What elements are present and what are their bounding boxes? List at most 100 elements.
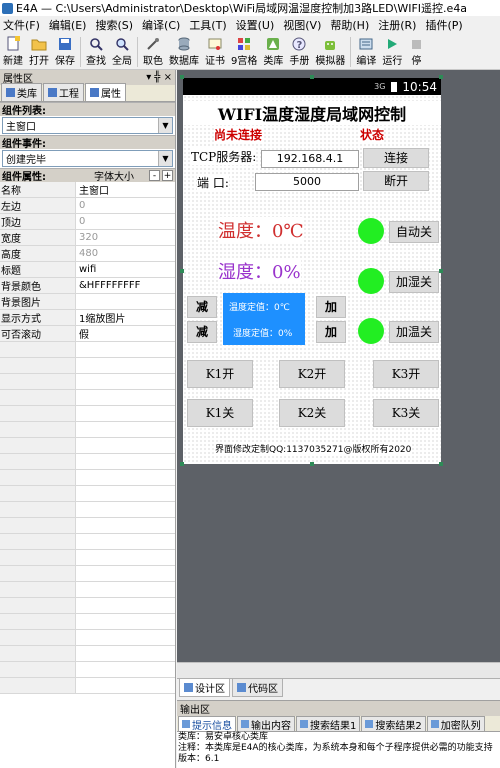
- font-size-decrease-button[interactable]: -: [149, 170, 160, 181]
- output-panel: 输出区 提示信息 输出内容 搜索结果1 搜索结果2 加密队列 类库：易安卓核心类…: [177, 700, 500, 768]
- resize-handle[interactable]: [439, 75, 443, 79]
- stop-button[interactable]: 停: [405, 34, 427, 67]
- compile-button[interactable]: 编译: [353, 34, 379, 67]
- property-row[interactable]: 可否滚动假: [0, 326, 175, 342]
- property-row-empty: [0, 662, 175, 678]
- grid-button[interactable]: 9宫格: [228, 34, 260, 67]
- property-value[interactable]: wifi: [76, 262, 175, 277]
- library-button[interactable]: 类库: [260, 34, 286, 67]
- hum-increase-button[interactable]: 加: [316, 321, 346, 343]
- property-value: [76, 566, 175, 581]
- component-list-select[interactable]: 主窗口 ▼: [2, 117, 173, 134]
- property-value[interactable]: &HFFFFFFFF: [76, 278, 175, 293]
- property-value: [76, 374, 175, 389]
- connect-button[interactable]: 连接: [363, 148, 429, 168]
- panel-controls[interactable]: ▾ ╬ ×: [146, 72, 172, 83]
- property-row[interactable]: 名称 主窗口: [0, 182, 175, 198]
- property-value[interactable]: 0: [76, 198, 175, 213]
- resize-handle[interactable]: [439, 462, 443, 466]
- menu-tools[interactable]: 工具(T): [186, 17, 232, 33]
- menu-help[interactable]: 帮助(H): [327, 17, 375, 33]
- property-row[interactable]: 标题 wifi: [0, 262, 175, 278]
- menu-settings[interactable]: 设置(U): [233, 17, 281, 33]
- menu-compile[interactable]: 编译(C): [139, 17, 186, 33]
- property-row[interactable]: 背景颜色 &HFFFFFFFF: [0, 278, 175, 294]
- k3-off-button[interactable]: K3关: [373, 399, 439, 427]
- resize-handle[interactable]: [310, 462, 314, 466]
- color-picker-button[interactable]: 取色: [140, 34, 166, 67]
- property-key: [0, 454, 76, 469]
- hum-decrease-button[interactable]: 减: [187, 321, 217, 343]
- certificate-button[interactable]: 证书: [202, 34, 228, 67]
- port-input[interactable]: 5000: [255, 173, 359, 191]
- k1-off-button[interactable]: K1关: [187, 399, 253, 427]
- signal-icon: 3G: [374, 82, 386, 91]
- tab-project[interactable]: 工程: [43, 83, 84, 101]
- property-row[interactable]: 显示方式 1缩放图片: [0, 310, 175, 326]
- font-size-increase-button[interactable]: +: [162, 170, 173, 181]
- tab-properties[interactable]: 属性: [85, 83, 126, 101]
- k3-on-button[interactable]: K3开: [373, 360, 439, 388]
- tab-search-results-1[interactable]: 搜索结果1: [296, 716, 361, 731]
- disconnect-button[interactable]: 断开: [363, 171, 429, 191]
- tab-encrypt-queue[interactable]: 加密队列: [426, 716, 485, 731]
- property-value[interactable]: [76, 294, 175, 309]
- run-button[interactable]: 运行: [379, 34, 405, 67]
- resize-handle[interactable]: [180, 269, 184, 273]
- resize-handle[interactable]: [310, 75, 314, 79]
- heat-off-button[interactable]: 加温关: [389, 321, 439, 343]
- resize-handle[interactable]: [180, 462, 184, 466]
- tab-search-results-2[interactable]: 搜索结果2: [361, 716, 426, 731]
- horizontal-scrollbar[interactable]: [177, 662, 500, 678]
- auto-off-button[interactable]: 自动关: [389, 221, 439, 243]
- property-value[interactable]: 0: [76, 214, 175, 229]
- tab-output-content[interactable]: 输出内容: [237, 716, 295, 731]
- resize-handle[interactable]: [439, 269, 443, 273]
- property-row[interactable]: 宽度 320: [0, 230, 175, 246]
- menu-plugins[interactable]: 插件(P): [422, 17, 468, 33]
- property-row[interactable]: 背景图片: [0, 294, 175, 310]
- open-button[interactable]: 打开: [26, 34, 52, 67]
- resize-handle[interactable]: [180, 75, 184, 79]
- menu-view[interactable]: 视图(V): [280, 17, 327, 33]
- chevron-down-icon[interactable]: ▼: [158, 151, 172, 166]
- property-value[interactable]: 假: [76, 326, 175, 341]
- property-row-empty: [0, 454, 175, 470]
- tab-design[interactable]: 设计区: [179, 678, 230, 697]
- new-button[interactable]: 新建: [0, 34, 26, 67]
- property-value[interactable]: 480: [76, 246, 175, 261]
- tab-hints[interactable]: 提示信息: [178, 716, 236, 731]
- manual-button[interactable]: ? 手册: [286, 34, 312, 67]
- property-key: 高度: [0, 246, 76, 261]
- find-button[interactable]: 查找: [83, 34, 109, 67]
- ip-address-input[interactable]: 192.168.4.1: [261, 150, 359, 168]
- app-icon: [2, 2, 13, 14]
- k2-on-button[interactable]: K2开: [279, 360, 345, 388]
- emulator-button[interactable]: 模拟器: [312, 34, 348, 67]
- component-event-select[interactable]: 创建完毕 ▼: [2, 150, 173, 167]
- k1-on-button[interactable]: K1开: [187, 360, 253, 388]
- property-value[interactable]: 320: [76, 230, 175, 245]
- temp-increase-button[interactable]: 加: [316, 296, 346, 318]
- temp-decrease-button[interactable]: 减: [187, 296, 217, 318]
- property-key: 顶边: [0, 214, 76, 229]
- chevron-down-icon[interactable]: ▼: [158, 118, 172, 133]
- save-button[interactable]: 保存: [52, 34, 78, 67]
- tab-library[interactable]: 类库: [1, 83, 42, 101]
- tab-code[interactable]: 代码区: [232, 678, 283, 697]
- property-value[interactable]: 1缩放图片: [76, 310, 175, 325]
- property-row[interactable]: 高度 480: [0, 246, 175, 262]
- menu-register[interactable]: 注册(R): [375, 17, 422, 33]
- k2-off-button[interactable]: K2关: [279, 399, 345, 427]
- property-row[interactable]: 顶边 0: [0, 214, 175, 230]
- global-search-button[interactable]: 全局: [109, 34, 135, 67]
- color-picker-icon: [145, 36, 161, 51]
- menu-edit[interactable]: 编辑(E): [46, 17, 93, 33]
- property-value: [76, 518, 175, 533]
- humidify-off-button[interactable]: 加湿关: [389, 271, 439, 293]
- menu-search[interactable]: 搜索(S): [92, 17, 139, 33]
- menu-file[interactable]: 文件(F): [0, 17, 46, 33]
- database-button[interactable]: 数据库: [166, 34, 202, 67]
- property-value[interactable]: 主窗口: [76, 182, 175, 197]
- property-row[interactable]: 左边 0: [0, 198, 175, 214]
